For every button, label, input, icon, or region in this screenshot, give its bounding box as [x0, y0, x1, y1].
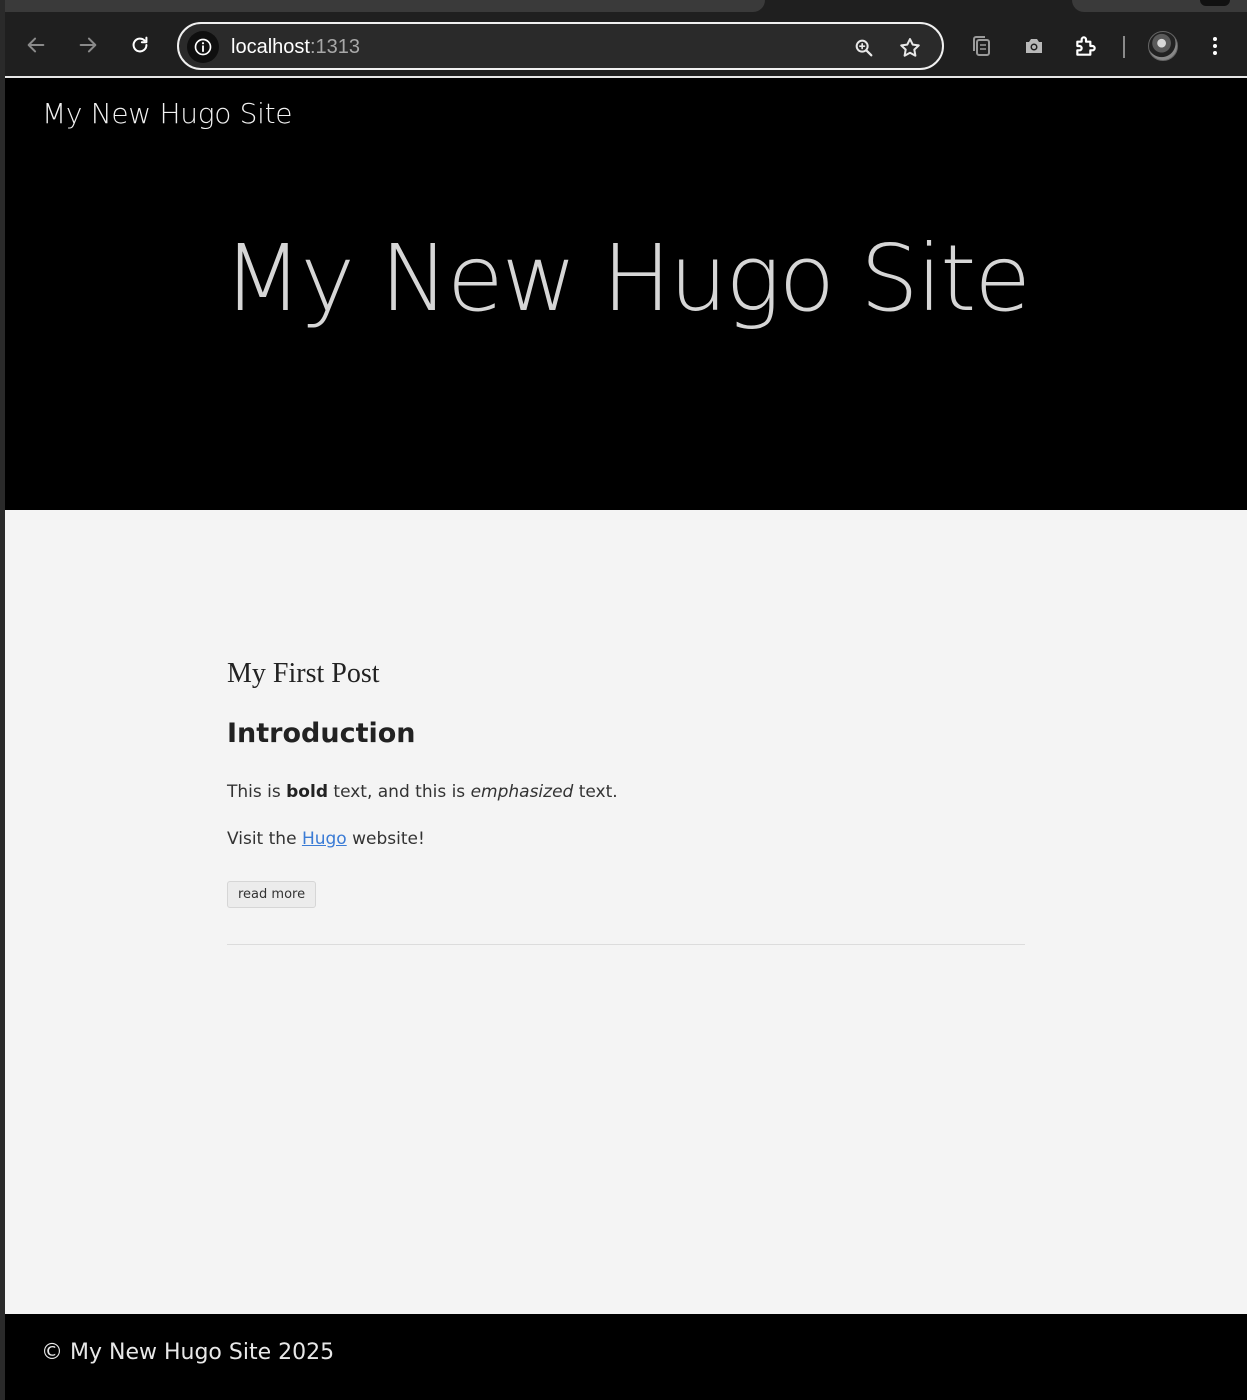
browser-window: localhost:1313 My New Hugo Site My New H…	[5, 0, 1247, 1400]
tab-search-icon[interactable]	[967, 31, 997, 61]
hugo-link[interactable]: Hugo	[302, 829, 347, 849]
tab-strip	[5, 0, 1247, 14]
back-icon[interactable]	[21, 30, 51, 60]
para1-text-1: This is	[227, 782, 287, 802]
site-info-icon[interactable]	[187, 31, 219, 63]
site-nav-title[interactable]: My New Hugo Site	[42, 97, 293, 130]
para2-text-1: Visit the	[227, 829, 302, 849]
forward-icon[interactable]	[73, 30, 103, 60]
web-page: My New Hugo Site My New Hugo Site My Fir…	[5, 80, 1247, 1400]
para2-text-2: website!	[346, 829, 425, 849]
hero-title: My New Hugo Site	[223, 225, 1031, 332]
post-divider	[227, 944, 1025, 945]
tab-active[interactable]	[5, 0, 765, 12]
toolbar-separator	[1123, 36, 1125, 58]
profile-avatar[interactable]	[1148, 31, 1178, 61]
url-host: localhost	[231, 36, 310, 58]
para1-text-3: text.	[573, 782, 618, 802]
footer-copyright: © My New Hugo Site 2025	[41, 1340, 335, 1365]
para1-text-2: text, and this is	[328, 782, 471, 802]
post-title[interactable]: My First Post	[227, 658, 380, 690]
screenshot-icon[interactable]	[1019, 31, 1049, 61]
reload-icon[interactable]	[125, 30, 155, 60]
url-port: :1313	[309, 36, 360, 58]
para1-bold: bold	[286, 782, 328, 802]
para1-emphasis: emphasized	[470, 782, 574, 802]
hero-header: My New Hugo Site My New Hugo Site	[5, 80, 1247, 510]
tab-other-indicator	[1200, 0, 1230, 6]
url-text[interactable]: localhost:1313	[231, 36, 360, 59]
zoom-icon[interactable]	[851, 35, 877, 61]
address-bar[interactable]: localhost:1313	[177, 22, 944, 70]
more-menu-icon[interactable]	[1200, 31, 1230, 61]
post-paragraph-2: Visit the Hugo website!	[227, 829, 425, 849]
extensions-icon[interactable]	[1071, 31, 1101, 61]
site-footer: © My New Hugo Site 2025	[5, 1314, 1247, 1400]
read-more-button[interactable]: read more	[227, 881, 317, 908]
post-heading: Introduction	[227, 718, 416, 749]
browser-toolbar: localhost:1313	[5, 14, 1247, 78]
bookmark-star-icon[interactable]	[897, 35, 923, 61]
post-paragraph-1: This is bold text, and this is emphasize…	[227, 782, 618, 802]
